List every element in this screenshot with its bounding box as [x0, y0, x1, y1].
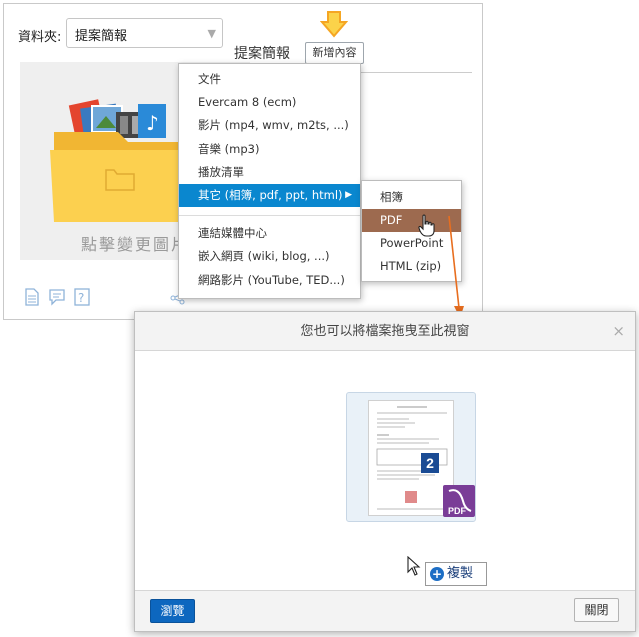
svg-text:?: ?	[78, 291, 84, 305]
svg-text:♪: ♪	[146, 111, 159, 135]
menu-item-video[interactable]: 影片 (mp4, wmv, m2ts, ...)	[179, 114, 360, 137]
svg-text:PDF: PDF	[448, 506, 467, 516]
folder-select[interactable]: 提案簡報 ▼	[66, 18, 223, 48]
drag-arrow-icon	[448, 215, 464, 318]
dragged-file-thumbnail: 2 PDF	[346, 392, 476, 522]
chevron-down-icon: ▼	[207, 27, 216, 40]
help-icon[interactable]: ?	[74, 288, 90, 306]
add-content-menu: 文件 Evercam 8 (ecm) 影片 (mp4, wmv, m2ts, .…	[178, 63, 361, 299]
folder-select-value: 提案簡報	[75, 29, 128, 44]
bottom-toolbar: ?	[24, 288, 90, 306]
copy-drag-tooltip: + 複製	[425, 562, 487, 586]
comment-icon[interactable]	[48, 288, 66, 306]
drop-zone[interactable]: 2 PDF + 複製	[135, 351, 635, 590]
dialog-header: 您也可以將檔案拖曳至此視窗 ×	[135, 312, 635, 351]
menu-item-music[interactable]: 音樂 (mp3)	[179, 138, 360, 161]
down-arrow-icon	[320, 11, 348, 38]
dialog-footer: 瀏覽 關閉	[135, 590, 635, 631]
browse-button[interactable]: 瀏覽	[150, 599, 195, 623]
menu-item-web-video[interactable]: 網路影片 (YouTube, TED...)	[179, 269, 360, 292]
close-icon[interactable]: ×	[612, 312, 625, 351]
copy-label: 複製	[447, 566, 474, 581]
caret-right-icon: ▶	[345, 189, 352, 200]
submenu-item-album[interactable]: 相簿	[362, 186, 461, 209]
folder-label: 資料夾:	[18, 30, 62, 45]
menu-divider	[179, 215, 360, 217]
document-preview: 2	[368, 400, 454, 516]
menu-item-playlist[interactable]: 播放清單	[179, 161, 360, 184]
menu-item-document[interactable]: 文件	[179, 68, 360, 91]
menu-item-media-center[interactable]: 連結媒體中心	[179, 222, 360, 245]
add-content-button[interactable]: 新增內容	[305, 42, 364, 64]
plus-icon: +	[430, 567, 444, 581]
menu-item-evercam[interactable]: Evercam 8 (ecm)	[179, 91, 360, 114]
menu-item-embed-web[interactable]: 嵌入網頁 (wiki, blog, ...)	[179, 245, 360, 268]
page-count-badge: 2	[421, 453, 439, 473]
section-title: 提案簡報	[234, 46, 290, 62]
pointer-cursor-icon	[407, 556, 421, 576]
document-icon[interactable]	[24, 288, 40, 306]
menu-item-other[interactable]: 其它 (相簿, pdf, ppt, html) ▶	[179, 183, 360, 208]
close-button[interactable]: 關閉	[574, 598, 619, 622]
dialog-title: 您也可以將檔案拖曳至此視窗	[300, 324, 470, 339]
menu-item-other-label: 其它 (相簿, pdf, ppt, html)	[198, 187, 343, 202]
pdf-file-icon: PDF	[443, 485, 475, 517]
upload-dialog: 您也可以將檔案拖曳至此視窗 × 2 PDF + 複製 瀏覽 關閉	[134, 311, 636, 632]
